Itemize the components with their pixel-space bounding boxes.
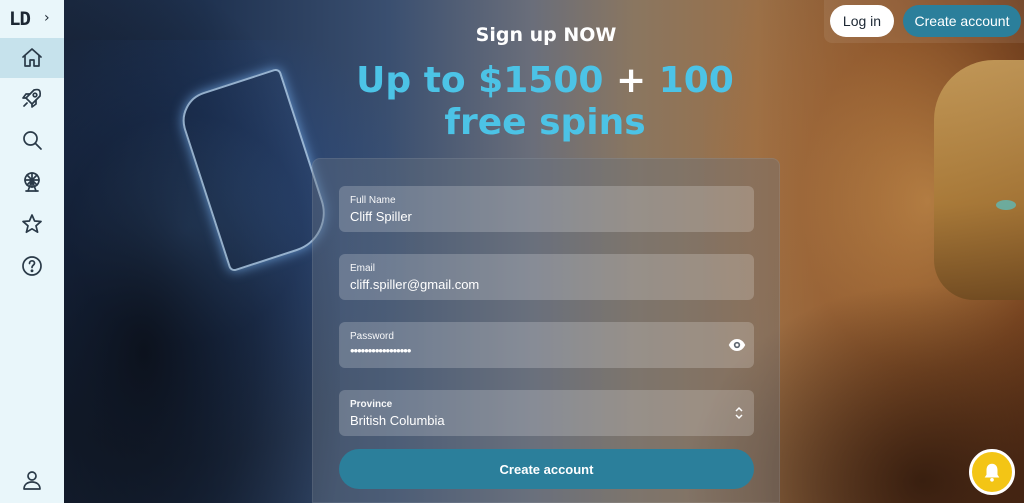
create-account-header-button[interactable]: Create account xyxy=(903,5,1021,37)
eye-icon[interactable] xyxy=(728,336,746,354)
promo-spins-count: 100 xyxy=(658,60,734,101)
rocket-icon xyxy=(22,88,42,108)
promo-plus: + xyxy=(615,60,647,101)
province-select[interactable]: Province British Columbia xyxy=(339,390,754,436)
logo: LD xyxy=(9,8,31,30)
chevron-right-icon[interactable]: › xyxy=(44,10,50,26)
sidebar-item-rocket[interactable] xyxy=(0,78,64,118)
sidebar: LD › xyxy=(0,0,64,503)
full-name-input[interactable] xyxy=(350,209,710,224)
notifications-button[interactable] xyxy=(969,449,1015,495)
sidebar-item-home[interactable] xyxy=(0,38,64,78)
email-field[interactable]: Email xyxy=(339,254,754,300)
sidebar-item-help[interactable] xyxy=(0,246,64,286)
star-icon xyxy=(22,214,42,234)
sidebar-item-favorites[interactable] xyxy=(0,204,64,244)
email-label: Email xyxy=(350,263,376,274)
province-label: Province xyxy=(350,399,393,410)
sidebar-item-search[interactable] xyxy=(0,120,64,160)
password-label: Password xyxy=(350,331,394,342)
sidebar-item-ferris-wheel[interactable] xyxy=(0,162,64,202)
chevron-updown-icon xyxy=(734,405,744,421)
password-field[interactable]: Password ••••••••••••••••• xyxy=(339,322,754,368)
home-icon xyxy=(22,48,42,67)
email-input[interactable] xyxy=(350,277,710,292)
province-value: British Columbia xyxy=(350,413,445,428)
full-name-field[interactable]: Full Name xyxy=(339,186,754,232)
signup-title: Sign up NOW xyxy=(475,24,617,46)
password-input[interactable]: ••••••••••••••••• xyxy=(350,343,743,358)
login-button[interactable]: Log in xyxy=(830,5,894,37)
promo-headline: Up to $1500 + 100 free spins xyxy=(330,60,760,144)
promo-amount: Up to $1500 xyxy=(356,60,604,101)
bell-icon xyxy=(984,463,1000,482)
help-icon xyxy=(22,256,42,276)
sidebar-item-profile[interactable] xyxy=(0,460,64,500)
search-icon xyxy=(23,131,42,150)
logo-link[interactable]: LD › xyxy=(0,0,64,38)
promo-free-spins: free spins xyxy=(444,102,646,143)
full-name-label: Full Name xyxy=(350,195,396,206)
ferris-wheel-icon xyxy=(24,172,40,192)
user-icon xyxy=(23,471,41,490)
create-account-submit-button[interactable]: Create account xyxy=(339,449,754,489)
